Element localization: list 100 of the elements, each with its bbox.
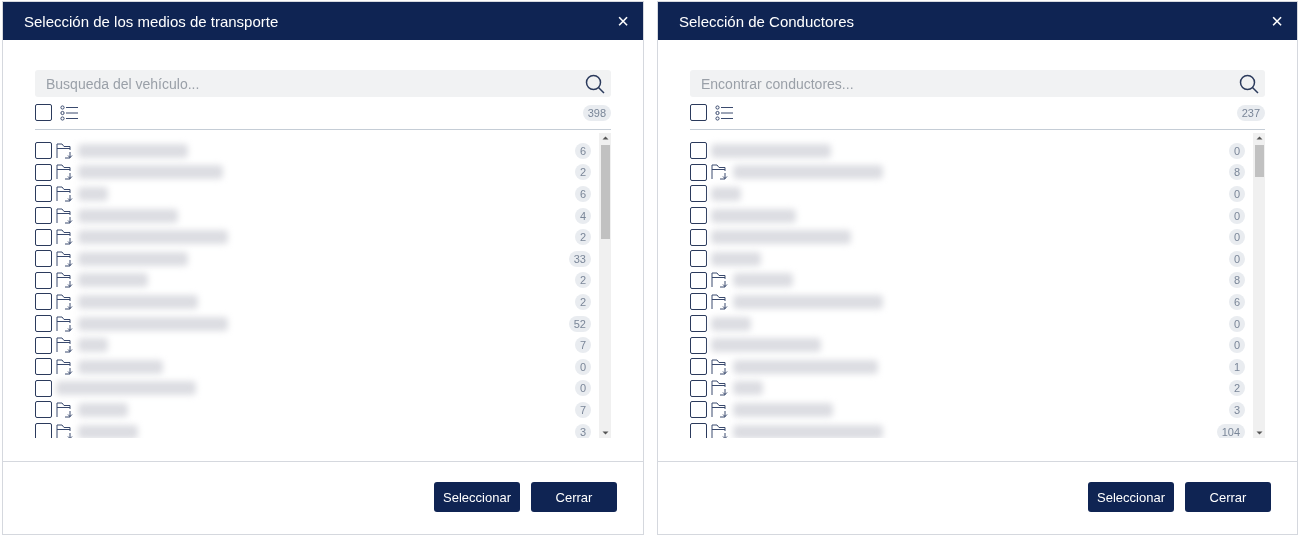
row-checkbox[interactable]: [35, 293, 52, 311]
row-checkbox[interactable]: [35, 142, 52, 160]
count-badge: 7: [574, 401, 591, 418]
folder-icon[interactable]: [56, 249, 74, 268]
blurred-name: [78, 424, 138, 438]
count-badge: 0: [1228, 337, 1245, 354]
scroll-down-icon[interactable]: [601, 431, 609, 435]
search-icon[interactable]: [585, 73, 605, 94]
row-checkbox[interactable]: [690, 163, 707, 181]
row-checkbox[interactable]: [690, 336, 707, 354]
row-checkbox[interactable]: [35, 336, 52, 354]
row-checkbox[interactable]: [35, 163, 52, 181]
count-badge: 33: [568, 250, 591, 267]
row-checkbox[interactable]: [690, 250, 707, 268]
scroll-up-icon[interactable]: [1255, 136, 1263, 140]
count-badge: 0: [574, 380, 591, 397]
count-badge: 6: [1228, 293, 1245, 310]
scrollbar[interactable]: [1253, 133, 1265, 438]
folder-icon[interactable]: [711, 422, 729, 438]
search-field[interactable]: Busqueda del vehículo...: [35, 70, 611, 97]
list-icon[interactable]: [715, 104, 733, 121]
row-checkbox[interactable]: [35, 271, 52, 289]
count-badge: 0: [1228, 250, 1245, 267]
folder-icon[interactable]: [711, 357, 729, 376]
count-badge: 1: [1228, 358, 1245, 375]
search-icon[interactable]: [1239, 73, 1259, 94]
close-dialog-button[interactable]: Cerrar: [1185, 482, 1271, 512]
row-checkbox[interactable]: [690, 423, 707, 438]
folder-icon[interactable]: [711, 271, 729, 290]
count-badge: 2: [574, 293, 591, 310]
folder-icon[interactable]: [56, 357, 74, 376]
count-badge: 0: [1228, 229, 1245, 246]
folder-icon[interactable]: [711, 163, 729, 182]
row-checkbox[interactable]: [690, 271, 707, 289]
scrollbar-thumb[interactable]: [600, 145, 610, 239]
row-checkbox[interactable]: [690, 358, 707, 376]
count-badge: 3: [574, 423, 591, 438]
row-checkbox[interactable]: [35, 401, 52, 419]
list-icon[interactable]: [60, 104, 78, 121]
folder-icon[interactable]: [56, 206, 74, 225]
select-button[interactable]: Seleccionar: [1088, 482, 1174, 512]
blurred-name: [733, 273, 793, 288]
scroll-up-icon[interactable]: [601, 136, 609, 140]
row-checkbox[interactable]: [690, 207, 707, 225]
count-badge: 0: [1228, 186, 1245, 202]
blurred-name: [733, 381, 763, 396]
row-checkbox[interactable]: [690, 401, 707, 419]
scrollbar-thumb[interactable]: [1254, 145, 1264, 177]
row-checkbox[interactable]: [35, 207, 52, 225]
dialog-title: Selección de los medios de transporte: [24, 12, 280, 30]
row-checkbox[interactable]: [35, 228, 52, 246]
count-badge: 2: [574, 164, 591, 181]
count-badge: 52: [568, 315, 591, 332]
row-checkbox[interactable]: [35, 250, 52, 268]
close-dialog-button[interactable]: Cerrar: [531, 482, 617, 512]
row-checkbox[interactable]: [35, 185, 52, 203]
count-badge: 4: [574, 207, 591, 224]
count-badge: 8: [1228, 164, 1245, 181]
scrollbar[interactable]: [599, 133, 611, 438]
row-checkbox[interactable]: [35, 423, 52, 438]
row-checkbox[interactable]: [690, 315, 707, 333]
count-badge: 3: [1228, 401, 1245, 418]
row-checkbox[interactable]: [690, 185, 707, 203]
count-badge: 2: [574, 272, 591, 289]
count-badge: 237: [1236, 104, 1265, 121]
folder-icon[interactable]: [711, 292, 729, 311]
folder-icon[interactable]: [56, 185, 74, 203]
search-field[interactable]: Encontrar conductores...: [690, 70, 1265, 97]
select-all-checkbox[interactable]: [35, 104, 52, 121]
select-button[interactable]: Seleccionar: [434, 482, 520, 512]
row-checkbox[interactable]: [35, 358, 52, 376]
folder-icon[interactable]: [56, 228, 74, 247]
row-checkbox[interactable]: [690, 379, 707, 397]
count-badge: 8: [1228, 272, 1245, 289]
blurred-name: [711, 316, 751, 331]
folder-icon[interactable]: [56, 271, 74, 290]
folder-icon[interactable]: [711, 400, 729, 419]
row-checkbox[interactable]: [35, 379, 52, 397]
folder-icon[interactable]: [56, 422, 74, 438]
count-badge: 7: [574, 337, 591, 354]
row-checkbox[interactable]: [35, 315, 52, 333]
folder-icon[interactable]: [56, 141, 74, 160]
folder-icon[interactable]: [56, 292, 74, 311]
row-checkbox[interactable]: [690, 228, 707, 246]
blurred-name: [78, 402, 128, 417]
row-checkbox[interactable]: [690, 293, 707, 311]
select-all-checkbox[interactable]: [690, 104, 707, 121]
row-checkbox[interactable]: [690, 142, 707, 160]
folder-icon[interactable]: [56, 314, 74, 333]
close-button[interactable]: ×: [613, 9, 633, 33]
count-badge: 2: [1228, 380, 1245, 397]
scroll-down-icon[interactable]: [1255, 431, 1263, 435]
count-badge: 0: [1228, 142, 1245, 159]
close-button[interactable]: ×: [1267, 9, 1287, 33]
folder-icon[interactable]: [56, 400, 74, 419]
count-badge: 104: [1216, 423, 1245, 438]
folder-icon[interactable]: [56, 336, 74, 355]
folder-icon[interactable]: [56, 163, 74, 182]
blurred-name: [78, 338, 108, 353]
folder-icon[interactable]: [711, 379, 729, 398]
